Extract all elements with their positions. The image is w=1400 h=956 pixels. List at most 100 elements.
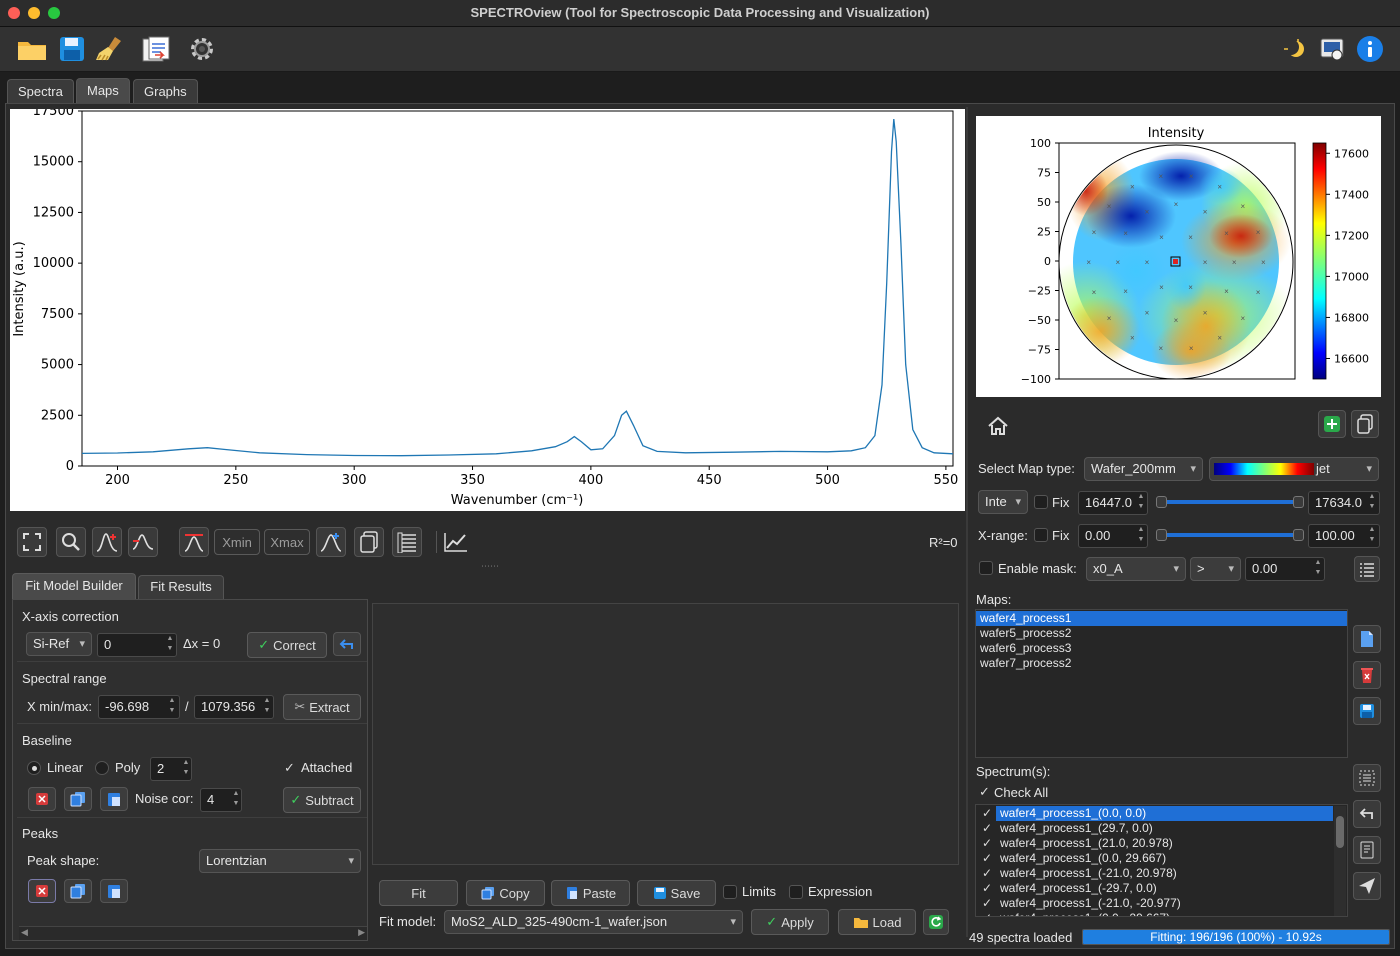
fix-z-checkbox[interactable] xyxy=(1034,495,1048,509)
tab-graphs[interactable]: Graphs xyxy=(133,79,198,103)
spectra-list-scrollbar[interactable] xyxy=(1334,806,1346,916)
enable-mask-checkbox[interactable] xyxy=(979,561,993,575)
poly-radio[interactable] xyxy=(95,761,109,775)
legend-list-icon[interactable] xyxy=(392,527,422,557)
measurement-point[interactable]: × xyxy=(1174,200,1179,209)
reference-combo[interactable]: Si-Ref xyxy=(26,632,92,656)
measurement-point[interactable]: × xyxy=(1203,208,1208,217)
poly-order-spinner[interactable]: ▲ ▼ xyxy=(180,758,192,780)
linear-radio[interactable] xyxy=(27,761,41,775)
delete-baseline-icon[interactable] xyxy=(28,787,56,811)
extract-button[interactable]: ✂ Extract xyxy=(283,694,361,720)
xmin-button[interactable]: Xmin xyxy=(214,529,260,555)
x-correction-spinner[interactable]: ▲ ▼ xyxy=(164,634,176,656)
x-min-spinner[interactable]: ▲ ▼ xyxy=(166,696,178,718)
x-range-max-handle[interactable] xyxy=(1293,529,1304,541)
spectrum-list-item[interactable]: ✓ wafer4_process1_(21.0, 20.978) xyxy=(976,836,1333,851)
fit-button[interactable]: Fit xyxy=(379,880,458,906)
paste-peaks-icon[interactable] xyxy=(100,879,128,903)
check-all-checkbox[interactable]: ✓ xyxy=(979,784,990,800)
copy-figure-icon[interactable] xyxy=(354,527,384,557)
x-range-max-spinner[interactable]: ▲ ▼ xyxy=(1366,525,1378,547)
check-icon[interactable]: ✓ xyxy=(982,896,992,911)
measurement-point[interactable]: × xyxy=(1188,283,1193,292)
check-icon[interactable]: ✓ xyxy=(982,836,992,851)
measurement-point[interactable]: × xyxy=(1256,228,1261,237)
mask-list-icon[interactable] xyxy=(1354,556,1380,582)
measurement-point[interactable]: × xyxy=(1145,208,1150,217)
cursor-peak-icon[interactable] xyxy=(179,527,209,557)
measurement-point[interactable]: × xyxy=(1123,229,1128,238)
map-type-combo[interactable]: Wafer_200mm xyxy=(1084,457,1203,481)
map-list-item[interactable]: wafer4_process1 xyxy=(976,611,1347,626)
x-range-min-spinner[interactable]: ▲ ▼ xyxy=(1135,525,1147,547)
measurement-point[interactable]: × xyxy=(1203,308,1208,317)
check-icon[interactable]: ✓ xyxy=(982,911,992,916)
measurement-point[interactable]: × xyxy=(1107,314,1112,323)
wafer-map-plot[interactable]: ××××××××××××××××××××××××××××××××××××× In… xyxy=(976,116,1381,397)
clear-brush-icon[interactable] xyxy=(94,33,126,65)
peak-shape-combo[interactable]: Lorentzian xyxy=(199,849,361,873)
measurement-point[interactable]: × xyxy=(1188,233,1193,242)
peak-add-icon[interactable] xyxy=(92,527,122,557)
tab-fit-model-builder[interactable]: Fit Model Builder xyxy=(12,573,136,599)
spectrum-list-item[interactable]: ✓ wafer4_process1_(0.0, -29.667) xyxy=(976,911,1333,916)
delete-peaks-icon[interactable] xyxy=(28,879,56,903)
colormap-combo[interactable]: jet xyxy=(1209,457,1379,481)
tab-maps[interactable]: Maps xyxy=(76,78,130,104)
measurement-point[interactable]: × xyxy=(1145,308,1150,317)
z-max-handle[interactable] xyxy=(1293,496,1304,508)
tab-spectra[interactable]: Spectra xyxy=(7,79,74,103)
measurement-point[interactable]: × xyxy=(1189,344,1194,353)
horizontal-scrollbar[interactable]: ◀ ▶ xyxy=(19,926,367,940)
fix-x-checkbox[interactable] xyxy=(1034,528,1048,542)
theme-toggle-icon[interactable] xyxy=(1278,33,1310,65)
measurement-point[interactable]: × xyxy=(1241,202,1246,211)
home-icon[interactable] xyxy=(986,415,1010,440)
measurement-point[interactable]: × xyxy=(1256,288,1261,297)
measurement-point[interactable]: × xyxy=(1241,314,1246,323)
peak-model-icon[interactable] xyxy=(316,527,346,557)
measurement-point[interactable]: × xyxy=(1189,172,1194,181)
measurement-point[interactable]: × xyxy=(1092,228,1097,237)
spectrum-list-item[interactable]: ✓ wafer4_process1_(0.0, 0.0) xyxy=(976,806,1333,821)
reinit-icon[interactable] xyxy=(1353,800,1381,828)
maps-list[interactable]: wafer4_process1 wafer5_process2 wafer6_p… xyxy=(975,609,1348,758)
map-list-item[interactable]: wafer5_process2 xyxy=(976,626,1071,641)
check-icon[interactable]: ✓ xyxy=(982,851,992,866)
mask-operator-combo[interactable]: > xyxy=(1190,557,1241,581)
copy-baseline-icon[interactable] xyxy=(64,787,92,811)
correct-button[interactable]: ✓ Correct xyxy=(247,632,327,658)
x-range-min-handle[interactable] xyxy=(1156,529,1167,541)
tab-fit-results[interactable]: Fit Results xyxy=(138,575,224,599)
measurement-point[interactable]: × xyxy=(1086,258,1091,267)
spectrum-plot[interactable]: 200 250 300 350 400 450 500 550 0 2500 5000 7500 10… xyxy=(10,104,965,511)
measurement-point[interactable]: × xyxy=(1123,287,1128,296)
measurement-point[interactable]: × xyxy=(1203,258,1208,267)
select-all-icon[interactable] xyxy=(1353,764,1381,792)
export-stats-icon[interactable] xyxy=(1353,836,1381,864)
scrollbar-thumb[interactable] xyxy=(1336,816,1344,848)
spectrum-list-item[interactable]: ✓ wafer4_process1_(0.0, 29.667) xyxy=(976,851,1333,866)
save-fit-button[interactable]: Save xyxy=(637,880,716,906)
send-spectra-icon[interactable] xyxy=(1353,872,1381,900)
paste-baseline-icon[interactable] xyxy=(100,787,128,811)
about-info-icon[interactable] xyxy=(1354,33,1386,65)
refresh-icon[interactable] xyxy=(923,909,949,935)
measurement-point[interactable]: × xyxy=(1159,233,1164,242)
z-min-spinner[interactable]: ▲ ▼ xyxy=(1135,492,1147,514)
map-list-item[interactable]: wafer6_process3 xyxy=(976,641,1071,656)
measurement-point[interactable]: × xyxy=(1174,316,1179,325)
save-map-icon[interactable] xyxy=(1353,697,1381,725)
noise-cor-spinner[interactable]: ▲ ▼ xyxy=(230,789,242,811)
check-icon[interactable]: ✓ xyxy=(982,821,992,836)
spectrum-list-item[interactable]: ✓ wafer4_process1_(29.7, 0.0) xyxy=(976,821,1333,836)
paste-fit-button[interactable]: Paste xyxy=(551,880,630,906)
save-icon[interactable] xyxy=(56,33,88,65)
z-min-handle[interactable] xyxy=(1156,496,1167,508)
spectrum-list-item[interactable]: ✓ wafer4_process1_(-21.0, 20.978) xyxy=(976,866,1333,881)
x-max-spinner[interactable]: ▲ ▼ xyxy=(261,696,273,718)
z-max-spinner[interactable]: ▲ ▼ xyxy=(1366,492,1378,514)
copy-map-icon[interactable] xyxy=(1351,410,1379,438)
measurement-point[interactable]: × xyxy=(1107,202,1112,211)
